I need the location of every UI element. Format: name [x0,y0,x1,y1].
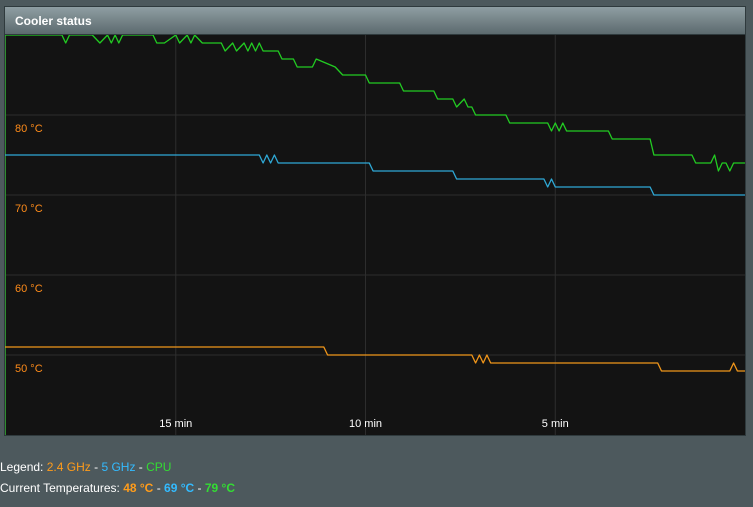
series-line-5-ghz [5,154,745,196]
current-sep-2: - [197,481,202,495]
current-temp-24ghz: 48 °C [123,481,154,495]
legend-sep-1: - [94,460,99,474]
x-tick-label: 5 min [542,418,569,430]
legend-sep-2: - [138,460,143,474]
temperature-chart: 80 °C 70 °C 60 °C 50 °C 15 min 10 min 5 min [5,35,745,435]
current-temp-cpu: 79 °C [204,481,236,495]
current-sep-1: - [156,481,161,495]
y-tick-label: 80 °C [15,123,43,135]
y-tick-label: 70 °C [15,203,43,215]
legend-row: Legend: 2.4 GHz - 5 GHz - CPU [0,460,171,474]
legend-item-5ghz: 5 GHz [101,460,136,474]
current-temp-5ghz: 69 °C [164,481,195,495]
x-tick-label: 15 min [159,418,192,430]
current-temperatures-label: Current Temperatures: [0,481,120,495]
panel-title: Cooler status [15,14,92,28]
legend-item-cpu: CPU [146,460,172,474]
temperature-graph: 80 °C 70 °C 60 °C 50 °C 15 min 10 min 5 min [4,34,746,436]
y-tick-label: 60 °C [15,283,43,295]
panel-header: Cooler status [4,6,746,34]
y-tick-label: 50 °C [15,363,43,375]
legend-label: Legend: [0,460,44,474]
current-temperatures-row: Current Temperatures: 48 °C - 69 °C - 79… [0,481,235,495]
series-line-cpu [5,35,745,172]
legend-item-24ghz: 2.4 GHz [46,460,91,474]
x-tick-label: 10 min [349,418,382,430]
series-line-2-4-ghz [5,346,745,372]
